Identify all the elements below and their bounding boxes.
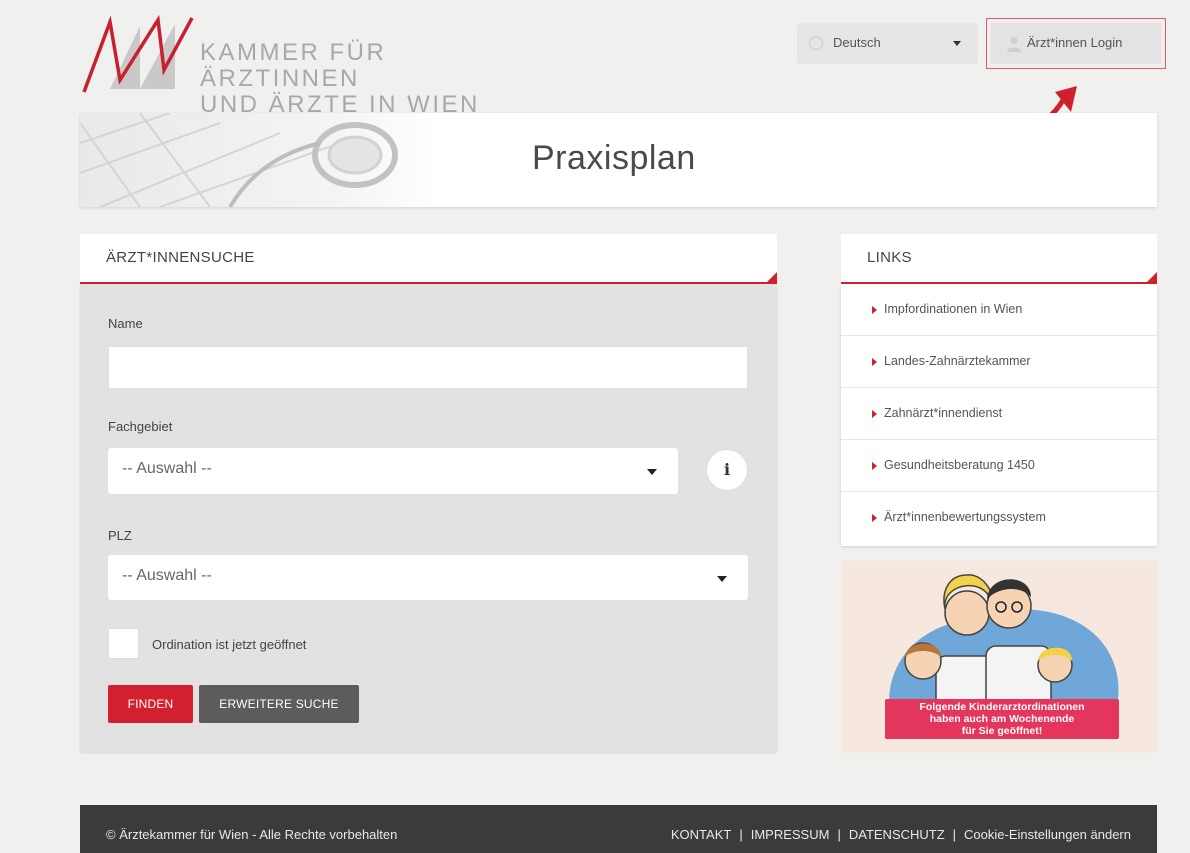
zip-select[interactable]: -- Auswahl -- [108, 555, 748, 600]
stethoscope-image [80, 113, 440, 207]
chamber-logo[interactable]: KAMMER FÜR ÄRZTINNEN UND ÄRZTE IN WIEN [80, 14, 550, 118]
search-panel-header: ÄRZT*INNENSUCHE [80, 234, 777, 284]
chevron-down-icon [953, 41, 961, 46]
promo-caption: Folgende Kinderarztordinationen haben au… [885, 699, 1119, 739]
page-footer: © Ärztekammer für Wien - Alle Rechte vor… [80, 805, 1157, 853]
corner-accent [1147, 272, 1157, 282]
promo-line-3: für Sie geöffnet! [961, 725, 1043, 737]
triangle-right-icon [872, 462, 877, 470]
link-dental-chamber[interactable]: Landes-Zahnärztekammer [841, 336, 1157, 388]
specialty-value: -- Auswahl -- [122, 460, 212, 477]
triangle-right-icon [872, 358, 877, 366]
logo-wordmark: KAMMER FÜR ÄRZTINNEN UND ÄRZTE IN WIEN [200, 40, 550, 118]
link-label: Ärzt*innenbewertungssystem [884, 510, 1046, 524]
copyright-text: © Ärztekammer für Wien - Alle Rechte vor… [106, 827, 398, 842]
triangle-right-icon [872, 410, 877, 418]
footer-link-privacy[interactable]: DATENSCHUTZ [849, 827, 945, 842]
logo-line-1: KAMMER FÜR ÄRZTINNEN [200, 39, 387, 92]
footer-link-contact[interactable]: KONTAKT [671, 827, 731, 842]
link-label: Impfordinationen in Wien [884, 302, 1023, 316]
find-button[interactable]: FINDEN [108, 685, 193, 723]
extended-search-button[interactable]: ERWEITERE SUCHE [199, 685, 359, 723]
footer-link-cookies[interactable]: Cookie-Einstellungen ändern [964, 827, 1131, 842]
login-label: Ärzt*innen Login [1027, 35, 1123, 50]
info-icon: i [723, 460, 731, 479]
footer-separator: | [739, 827, 743, 842]
corner-accent [767, 272, 777, 282]
zip-label: PLZ [108, 528, 132, 543]
triangle-right-icon [872, 306, 877, 314]
pediatric-weekend-promo[interactable]: Folgende Kinderarztordinationen haben au… [841, 561, 1157, 753]
chevron-down-icon [717, 576, 727, 582]
name-input[interactable] [108, 346, 748, 389]
footer-separator: | [952, 827, 957, 842]
footer-links: KONTAKT | IMPRESSUM | DATENSCHUTZ | Cookie-Ein… [671, 827, 1131, 842]
login-button-inner: Ärzt*innen Login [991, 23, 1161, 64]
page-banner: Praxisplan [80, 113, 1157, 207]
language-label: Deutsch [833, 35, 881, 50]
links-panel-title: LINKS [867, 249, 912, 266]
triangle-right-icon [872, 514, 877, 522]
open-now-label: Ordination ist jetzt geöffnet [152, 637, 307, 652]
link-rating-system[interactable]: Ärzt*innenbewertungssystem [841, 492, 1157, 546]
open-now-checkbox[interactable] [108, 628, 139, 659]
link-label: Zahnärzt*innendienst [884, 406, 1003, 420]
logo-mark-icon [82, 14, 194, 93]
links-panel-header: LINKS [841, 234, 1157, 284]
page-title: Praxisplan [532, 139, 696, 177]
link-label: Gesundheitsberatung 1450 [884, 458, 1035, 472]
link-dental-service[interactable]: Zahnärzt*innendienst [841, 388, 1157, 440]
promo-line-1: Folgende Kinderarztordinationen [919, 701, 1085, 713]
link-label: Landes-Zahnärztekammer [884, 354, 1031, 368]
language-select[interactable]: Deutsch [797, 23, 978, 64]
link-vaccination[interactable]: Impfordinationen in Wien [841, 284, 1157, 336]
specialty-label: Fachgebiet [108, 419, 173, 434]
user-icon [1007, 37, 1021, 52]
specialty-info-button[interactable]: i [706, 449, 748, 491]
login-button[interactable]: Ärzt*innen Login [986, 18, 1166, 69]
link-health-advice[interactable]: Gesundheitsberatung 1450 [841, 440, 1157, 492]
links-list: Impfordinationen in Wien Landes-Zahnärzt… [841, 284, 1157, 546]
chevron-down-icon [647, 469, 657, 475]
specialty-select[interactable]: -- Auswahl -- [108, 448, 678, 494]
name-label: Name [108, 316, 143, 331]
footer-link-imprint[interactable]: IMPRESSUM [751, 827, 830, 842]
zip-value: -- Auswahl -- [122, 567, 212, 584]
footer-separator: | [837, 827, 841, 842]
search-panel-title: ÄRZT*INNENSUCHE [106, 249, 255, 266]
globe-icon [809, 36, 823, 50]
promo-line-2: haben auch am Wochenende [929, 713, 1075, 725]
